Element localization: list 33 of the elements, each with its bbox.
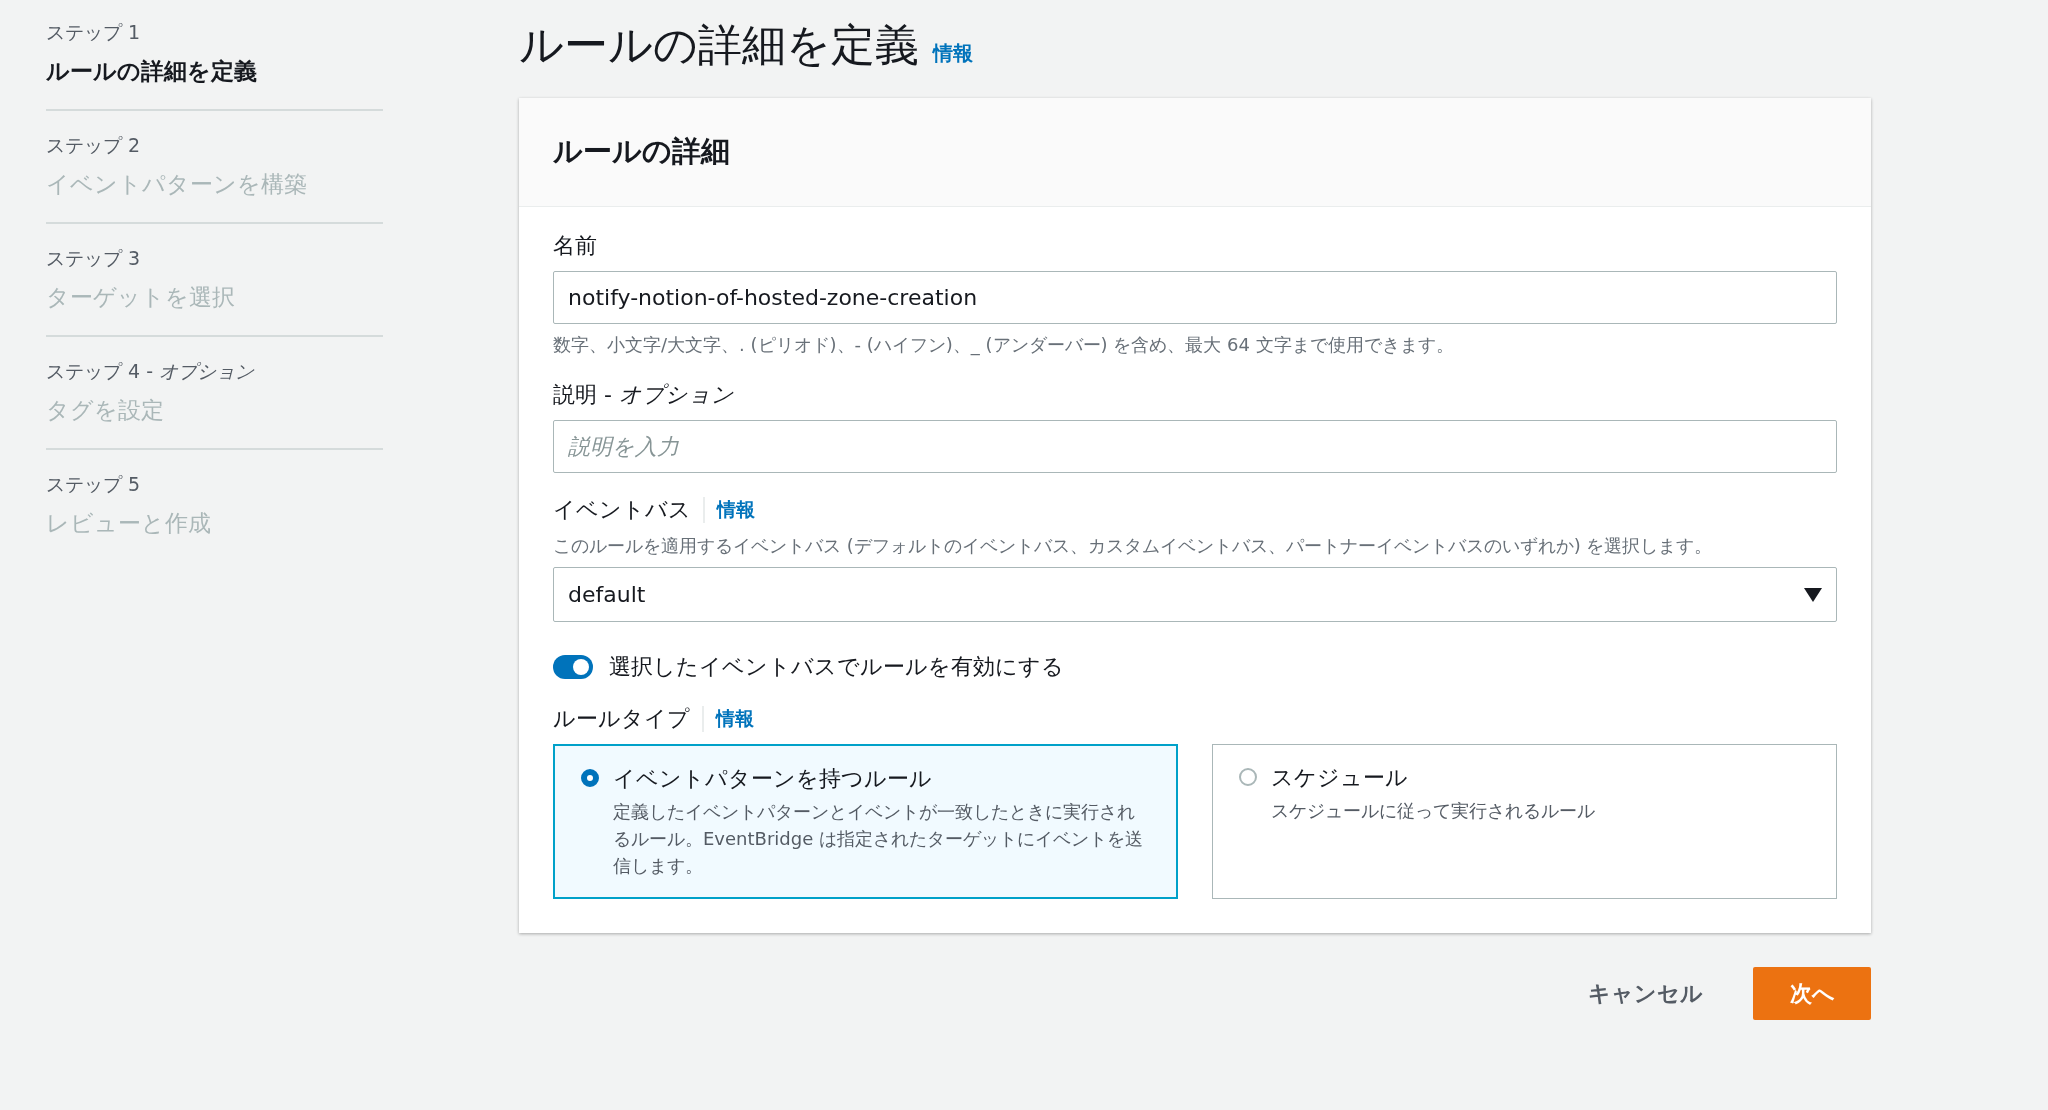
field-label: 名前	[553, 232, 598, 260]
toggle-label: 選択したイベントバスでルールを有効にする	[609, 653, 1064, 682]
next-button[interactable]: 次へ	[1753, 967, 1871, 1021]
field-label: ルールタイプ	[553, 705, 690, 734]
step-label: ステップ 4 - オプション	[46, 359, 256, 384]
description-input[interactable]: 説明を入力	[553, 420, 1837, 474]
event-bus-select[interactable]: default	[553, 567, 1837, 623]
option-description: 定義したイベントパターンとイベントが一致したときに実行されるルール。EventBridge は指定されたターゲットにイベントを送信します。	[613, 800, 1144, 879]
step-label: ステップ 1	[46, 20, 142, 45]
info-link[interactable]: 情報	[703, 497, 755, 524]
step-label: ステップ 3	[46, 246, 142, 271]
page-title: ルールの詳細を定義	[519, 18, 919, 72]
step-label: ステップ 5	[46, 472, 142, 497]
info-link[interactable]: 情報	[933, 40, 973, 67]
info-link[interactable]: 情報	[702, 706, 754, 733]
field-hint: 数字、小文字/大文字、. (ピリオド)、- (ハイフン)、_ (アンダーバー) を含め、最大 64 文字まで使用できます。	[553, 333, 1455, 358]
panel-title: ルールの詳細	[553, 133, 730, 170]
step-label: ステップ 2	[46, 133, 142, 158]
rule-type-option[interactable]: イベントパターンを持つルール 定義したイベントパターンとイベントが一致したときに実行されるルール。EventBridge は指定されたターゲットにイベントを送信します。	[553, 744, 1178, 900]
option-title: イベントパターンを持つルール	[613, 765, 933, 794]
caret-icon	[1804, 587, 1822, 602]
radio-button[interactable]	[1239, 768, 1257, 787]
option-title: スケジュール	[1271, 764, 1409, 793]
toggle-switch[interactable]	[553, 655, 593, 680]
field-label: 説明 - オプション	[553, 381, 735, 410]
name-input[interactable]: notify-notion-of-hosted-zone-creation	[553, 271, 1837, 324]
radio-button[interactable]	[581, 769, 599, 788]
field-label: イベントバス	[553, 496, 691, 525]
field-hint: このルールを適用するイベントバス (デフォルトのイベントバス、カスタムイベントバス、パートナーイベントバスのいずれか) を選択します。	[553, 534, 1714, 559]
rule-type-option[interactable]: スケジュール スケジュールに従って実行されるルール	[1212, 744, 1837, 900]
step-link[interactable]: ルールの詳細を定義	[46, 56, 383, 87]
option-description: スケジュールに従って実行されるルール	[1271, 799, 1595, 824]
cancel-button[interactable]: キャンセル	[1578, 968, 1713, 1019]
